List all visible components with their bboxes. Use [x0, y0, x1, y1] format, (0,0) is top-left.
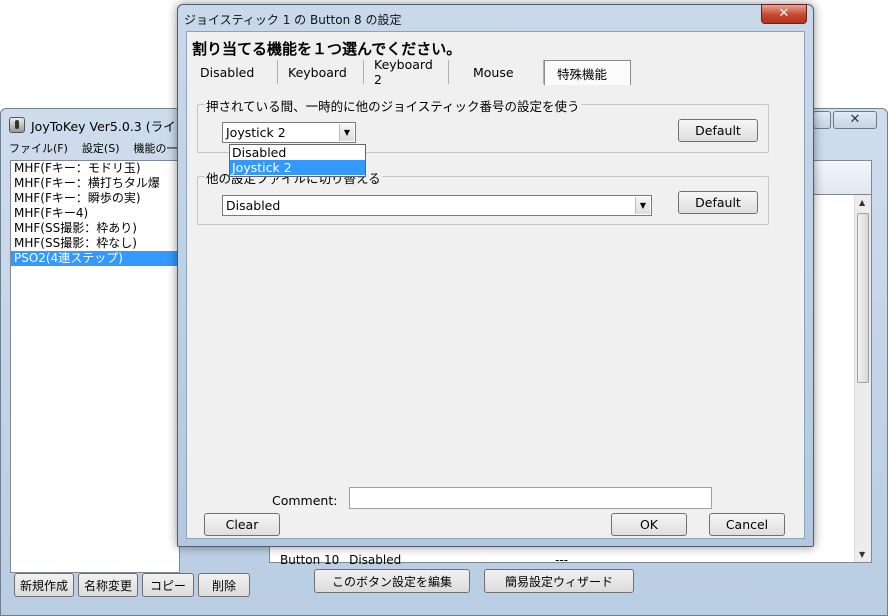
- joystick-select[interactable]: Joystick 2 ▼: [222, 122, 356, 143]
- dialog-heading: 割り当てる機能を１つ選んでください。: [192, 40, 462, 58]
- joystick-dropdown-list[interactable]: Disabled Joystick 2: [229, 144, 366, 177]
- config-file-select-value: Disabled: [226, 198, 281, 213]
- dialog-close-button[interactable]: ✕: [761, 4, 807, 24]
- tab-mouse[interactable]: Mouse: [449, 60, 544, 84]
- main-close-button[interactable]: ✕: [833, 111, 877, 129]
- comment-input[interactable]: [349, 487, 712, 509]
- menu-file[interactable]: ファイル(F): [9, 140, 68, 156]
- scroll-down-icon[interactable]: ▼: [859, 550, 865, 559]
- tab-disabled[interactable]: Disabled: [187, 60, 278, 84]
- joystick-switch-label: 押されている間、一時的に他のジョイスティック番号の設定を使う: [205, 96, 581, 115]
- dropdown-option-joystick-2[interactable]: Joystick 2: [230, 160, 365, 175]
- comment-label: Comment:: [272, 493, 338, 508]
- chevron-down-icon[interactable]: ▼: [339, 124, 354, 141]
- rename-profile-button[interactable]: 名称変更: [78, 573, 138, 597]
- config-file-select[interactable]: Disabled ▼: [222, 195, 652, 216]
- list-item[interactable]: MHF(Fキー：瞬歩の実): [11, 191, 179, 206]
- tab-special-functions[interactable]: 特殊機能: [544, 60, 631, 85]
- main-window-title: JoyToKey Ver5.0.3 (ライ: [31, 118, 176, 134]
- menu-settings[interactable]: 設定(S): [82, 140, 120, 156]
- easy-setup-wizard-button[interactable]: 簡易設定ウィザード: [484, 569, 634, 593]
- joystick-select-value: Joystick 2: [226, 125, 286, 140]
- clear-button[interactable]: Clear: [204, 513, 280, 536]
- cancel-button[interactable]: Cancel: [709, 513, 785, 536]
- list-item[interactable]: MHF(SS撮影：枠なし): [11, 236, 179, 251]
- default-button-1[interactable]: Default: [678, 119, 758, 142]
- vertical-scrollbar[interactable]: ▲ ▼: [854, 195, 871, 562]
- row-dash: ---: [555, 553, 569, 567]
- chevron-down-icon[interactable]: ▼: [635, 197, 650, 214]
- function-tabs: Disabled Keyboard Keyboard 2 Mouse 特殊機能: [187, 57, 631, 87]
- button-settings-dialog: ジョイスティック 1 の Button 8 の設定 ✕ 割り当てる機能を１つ選ん…: [177, 4, 814, 547]
- dropdown-option-disabled[interactable]: Disabled: [230, 145, 365, 160]
- list-item-selected[interactable]: PSO2(4連ステップ): [11, 251, 179, 266]
- list-item[interactable]: MHF(Fキー4): [11, 206, 179, 221]
- dialog-title: ジョイスティック 1 の Button 8 の設定: [184, 13, 402, 27]
- main-menu-bar: ファイル(F) 設定(S) 機能の一: [9, 140, 178, 156]
- ok-button[interactable]: OK: [611, 513, 687, 536]
- scroll-thumb[interactable]: [857, 213, 869, 383]
- list-item[interactable]: MHF(SS撮影：枠あり): [11, 221, 179, 236]
- tab-keyboard[interactable]: Keyboard: [278, 60, 364, 84]
- config-file-switch-group: 他の設定ファイルに切り替える Disabled ▼ Default: [197, 168, 769, 225]
- table-row[interactable]: Button 10 Disabled ---: [280, 553, 568, 567]
- list-item[interactable]: MHF(Fキー：モドリ玉): [11, 161, 179, 176]
- menu-features[interactable]: 機能の一: [134, 140, 178, 156]
- delete-profile-button[interactable]: 削除: [198, 573, 250, 597]
- joystick-icon: [9, 117, 25, 133]
- edit-button-settings-button[interactable]: このボタン設定を編集: [314, 569, 470, 593]
- profile-list[interactable]: MHF(Fキー：モドリ玉) MHF(Fキー：横打ちタル爆 MHF(Fキー：瞬歩の…: [10, 160, 180, 573]
- list-item[interactable]: MHF(Fキー：横打ちタル爆: [11, 176, 179, 191]
- row-button-name: Button 10: [280, 553, 340, 567]
- new-profile-button[interactable]: 新規作成: [14, 573, 74, 597]
- copy-profile-button[interactable]: コピー: [142, 573, 194, 597]
- maximize-button[interactable]: [813, 111, 831, 129]
- row-value: Disabled: [349, 553, 402, 567]
- main-title-bar: JoyToKey Ver5.0.3 (ライ: [9, 116, 176, 134]
- scroll-up-icon[interactable]: ▲: [859, 198, 865, 207]
- default-button-2[interactable]: Default: [678, 191, 758, 214]
- tab-keyboard-2[interactable]: Keyboard 2: [364, 57, 449, 87]
- dialog-body: 割り当てる機能を１つ選んでください。 Disabled Keyboard Key…: [186, 31, 805, 539]
